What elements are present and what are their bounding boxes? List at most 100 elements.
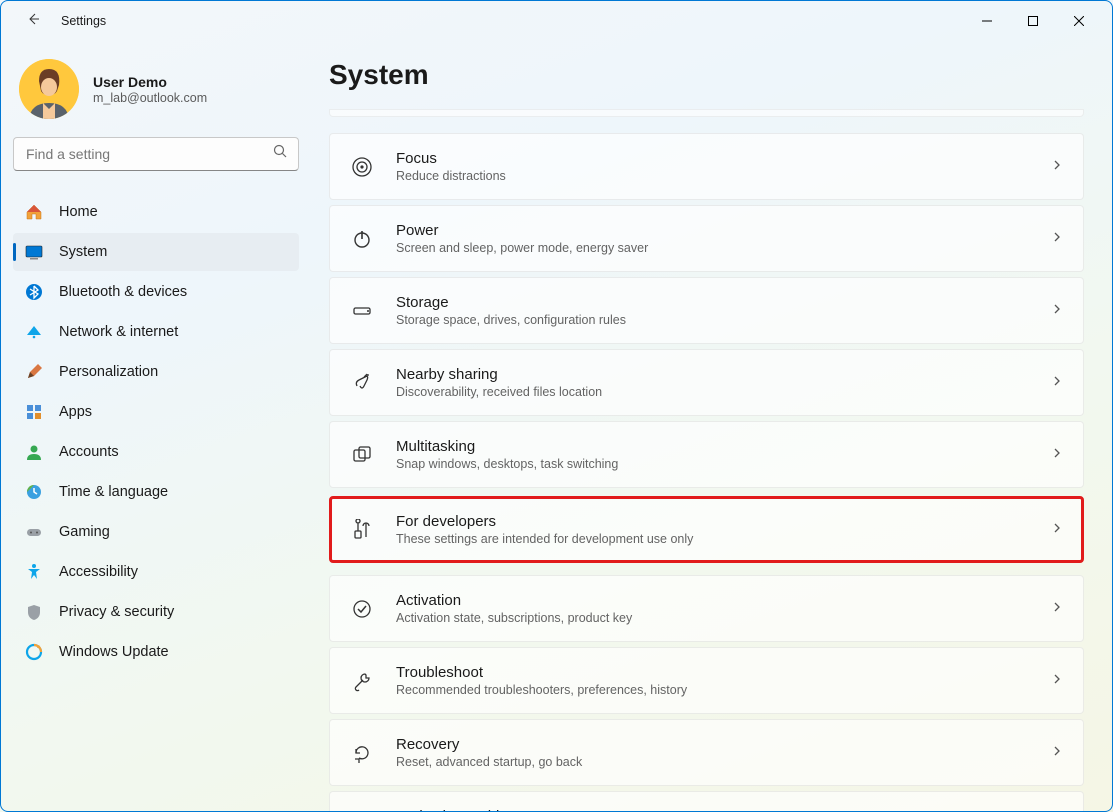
- privacy-icon: [25, 603, 43, 621]
- card-title: Power: [396, 222, 1051, 239]
- update-icon: [25, 643, 43, 661]
- card-title: Focus: [396, 150, 1051, 167]
- minimize-button[interactable]: [964, 5, 1010, 37]
- nav-gaming[interactable]: Gaming: [13, 513, 299, 551]
- search-input[interactable]: [26, 146, 273, 162]
- card-title: Multitasking: [396, 438, 1051, 455]
- activation-icon: [350, 597, 374, 621]
- card-recovery[interactable]: Recovery Reset, advanced startup, go back: [329, 719, 1084, 786]
- partial-card-top: [329, 109, 1084, 117]
- nav-bluetooth[interactable]: Bluetooth & devices: [13, 273, 299, 311]
- accounts-icon: [25, 443, 43, 461]
- card-desc: These settings are intended for developm…: [396, 532, 1051, 546]
- developers-icon: [350, 518, 374, 542]
- focus-icon: [350, 155, 374, 179]
- search-icon: [273, 144, 288, 164]
- card-desc: Recommended troubleshooters, preferences…: [396, 683, 1051, 697]
- chevron-right-icon: [1051, 744, 1063, 762]
- nav-update[interactable]: Windows Update: [13, 633, 299, 671]
- card-nearby[interactable]: Nearby sharing Discoverability, received …: [329, 349, 1084, 416]
- card-title: Storage: [396, 294, 1051, 311]
- card-title: Recovery: [396, 736, 1051, 753]
- nav-time[interactable]: Time & language: [13, 473, 299, 511]
- search-box[interactable]: [13, 137, 299, 171]
- card-title: Nearby sharing: [396, 366, 1051, 383]
- nav-label: Accounts: [59, 444, 119, 460]
- gaming-icon: [25, 523, 43, 541]
- time-icon: [25, 483, 43, 501]
- chevron-right-icon: [1051, 672, 1063, 690]
- card-focus[interactable]: Focus Reduce distractions: [329, 133, 1084, 200]
- personalization-icon: [25, 363, 43, 381]
- bluetooth-icon: [25, 283, 43, 301]
- page-heading: System: [327, 59, 1086, 91]
- nav-accounts[interactable]: Accounts: [13, 433, 299, 471]
- user-email: m_lab@outlook.com: [93, 91, 207, 105]
- nav-label: Privacy & security: [59, 604, 174, 620]
- chevron-right-icon: [1051, 158, 1063, 176]
- nav-home[interactable]: Home: [13, 193, 299, 231]
- nav-accessibility[interactable]: Accessibility: [13, 553, 299, 591]
- nav-label: Time & language: [59, 484, 168, 500]
- nav-label: Personalization: [59, 364, 158, 380]
- card-developers[interactable]: For developers These settings are intende…: [329, 496, 1084, 563]
- nav-personalization[interactable]: Personalization: [13, 353, 299, 391]
- card-activation[interactable]: Activation Activation state, subscription…: [329, 575, 1084, 642]
- nav-label: Gaming: [59, 524, 110, 540]
- recovery-icon: [350, 741, 374, 765]
- troubleshoot-icon: [350, 669, 374, 693]
- window-title: Settings: [61, 14, 106, 28]
- chevron-right-icon: [1051, 446, 1063, 464]
- card-desc: Screen and sleep, power mode, energy sav…: [396, 241, 1051, 255]
- card-desc: Discoverability, received files location: [396, 385, 1051, 399]
- chevron-right-icon: [1051, 600, 1063, 618]
- card-title: For developers: [396, 513, 1051, 530]
- nav-privacy[interactable]: Privacy & security: [13, 593, 299, 631]
- chevron-right-icon: [1051, 374, 1063, 392]
- card-title: Projecting to this PC: [396, 808, 1051, 811]
- nav-label: System: [59, 244, 107, 260]
- main-panel: System Focus Reduce distractions Power Scr…: [311, 41, 1112, 811]
- nav-label: Home: [59, 204, 98, 220]
- network-icon: [25, 323, 43, 341]
- card-storage[interactable]: StorageStorage space, drives, configurat…: [329, 277, 1084, 344]
- card-projecting[interactable]: Projecting to this PCPermissions, pairin…: [329, 791, 1084, 811]
- avatar: [19, 59, 79, 119]
- nav-label: Windows Update: [59, 644, 169, 660]
- multitasking-icon: [350, 443, 374, 467]
- titlebar: Settings: [1, 1, 1112, 41]
- close-button[interactable]: [1056, 5, 1102, 37]
- sidebar: User Demo m_lab@outlook.com Home System …: [1, 41, 311, 811]
- card-title: Activation: [396, 592, 1051, 609]
- nav-apps[interactable]: Apps: [13, 393, 299, 431]
- nav-label: Bluetooth & devices: [59, 284, 187, 300]
- card-desc: Reset, advanced startup, go back: [396, 755, 1051, 769]
- card-list[interactable]: Focus Reduce distractions Power Screen and…: [327, 109, 1086, 811]
- nav-list: Home System Bluetooth & devices Network …: [13, 193, 299, 671]
- accessibility-icon: [25, 563, 43, 581]
- nav-system[interactable]: System: [13, 233, 299, 271]
- chevron-right-icon: [1051, 230, 1063, 248]
- card-power[interactable]: Power Screen and sleep, power mode, energ…: [329, 205, 1084, 272]
- card-troubleshoot[interactable]: Troubleshoot Recommended troubleshooters,…: [329, 647, 1084, 714]
- chevron-right-icon: [1051, 521, 1063, 539]
- card-desc: Activation state, subscriptions, product…: [396, 611, 1051, 625]
- user-profile[interactable]: User Demo m_lab@outlook.com: [13, 57, 299, 137]
- nearby-icon: [350, 371, 374, 395]
- card-desc: Reduce distractions: [396, 169, 1051, 183]
- nav-label: Accessibility: [59, 564, 138, 580]
- apps-icon: [25, 403, 43, 421]
- power-icon: [350, 227, 374, 251]
- nav-network[interactable]: Network & internet: [13, 313, 299, 351]
- back-button[interactable]: [23, 11, 43, 32]
- nav-label: Network & internet: [59, 324, 178, 340]
- chevron-right-icon: [1051, 302, 1063, 320]
- nav-label: Apps: [59, 404, 92, 420]
- card-title: Troubleshoot: [396, 664, 1051, 681]
- system-icon: [25, 243, 43, 261]
- user-name: User Demo: [93, 74, 207, 90]
- maximize-button[interactable]: [1010, 5, 1056, 37]
- card-multitasking[interactable]: Multitasking Snap windows, desktops, task…: [329, 421, 1084, 488]
- storage-icon: [350, 299, 374, 323]
- card-desc: Snap windows, desktops, task switching: [396, 457, 1051, 471]
